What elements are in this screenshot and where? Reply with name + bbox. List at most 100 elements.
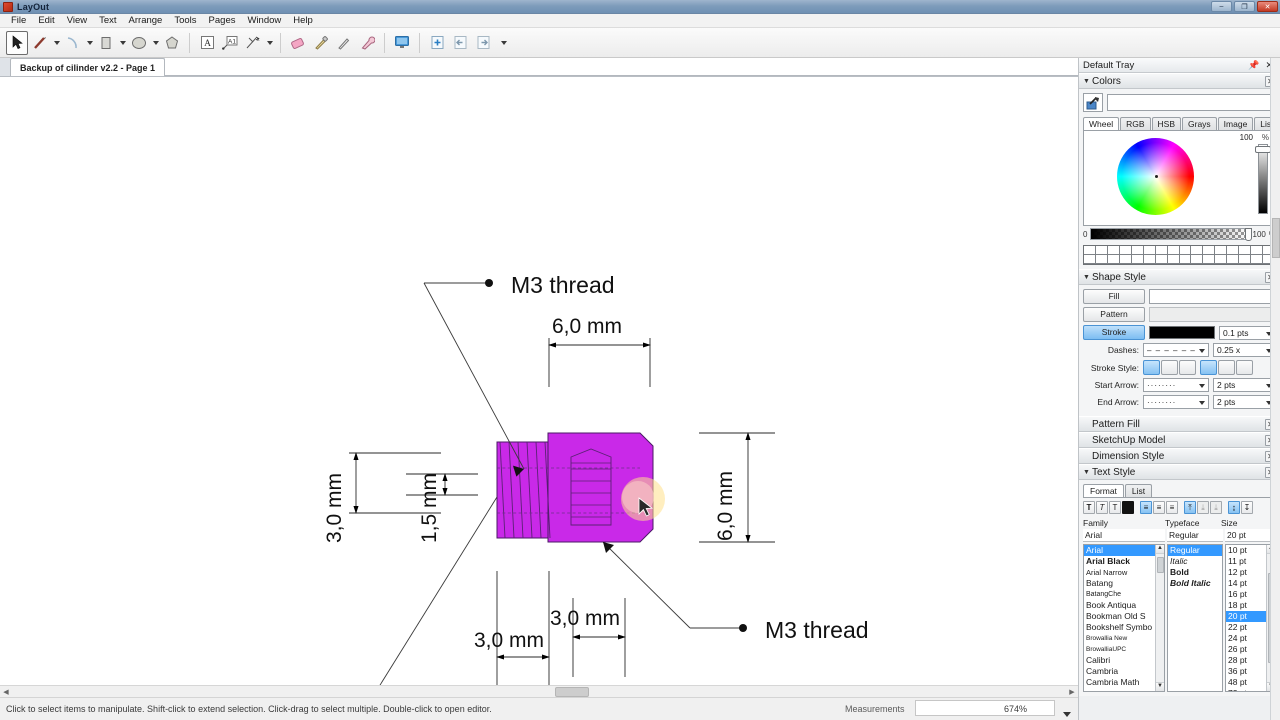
scroll-right-arrow[interactable]: ▶ xyxy=(1066,688,1078,696)
scroll-thumb[interactable] xyxy=(1157,557,1164,573)
swatch[interactable] xyxy=(1239,255,1252,264)
join-tool[interactable] xyxy=(356,31,378,55)
panel-header-sketchup-model[interactable]: SketchUp Model ✕ xyxy=(1079,432,1280,448)
swatch[interactable] xyxy=(1155,255,1168,264)
list-item[interactable]: Bookshelf Symbo xyxy=(1084,622,1164,633)
swatch[interactable] xyxy=(1167,255,1180,264)
swatch[interactable] xyxy=(1227,255,1240,264)
swatch[interactable] xyxy=(1107,246,1120,255)
pin-icon[interactable]: 📌 xyxy=(1245,60,1262,71)
measurements-input[interactable] xyxy=(915,700,1055,716)
list-item[interactable]: Arial Black xyxy=(1084,556,1164,567)
dashes-select[interactable]: – – – – – – xyxy=(1143,343,1209,357)
list-item[interactable]: Italic xyxy=(1168,556,1222,567)
menu-edit[interactable]: Edit xyxy=(32,14,60,27)
zoom-dropdown-caret[interactable] xyxy=(1063,708,1071,720)
panel-header-colors[interactable]: Colors ✕ xyxy=(1079,73,1280,89)
list-item[interactable]: Calibri xyxy=(1084,655,1164,666)
label-tool[interactable]: A1 xyxy=(219,31,241,55)
end-arrow-size-select[interactable]: 2 pts xyxy=(1213,395,1276,409)
style-eyedropper-tool[interactable] xyxy=(310,31,332,55)
align-center-button[interactable]: ≡ xyxy=(1153,501,1165,514)
swatch[interactable] xyxy=(1119,246,1132,255)
drawing-canvas[interactable]: M3 thread 6,0 mm 6,0 mm 3,0 mm 1,5 mm M3… xyxy=(0,77,1078,685)
list-item[interactable]: Arial xyxy=(1084,545,1164,556)
stroke-color-swatch[interactable] xyxy=(1149,326,1215,339)
polygon-tool[interactable] xyxy=(161,31,183,55)
align-middle-button[interactable]: ⤓ xyxy=(1197,501,1209,514)
list-item[interactable]: Batang xyxy=(1084,578,1164,589)
brightness-slider-knob[interactable] xyxy=(1255,146,1271,153)
color-swatch-button[interactable] xyxy=(1122,501,1134,514)
cap-flat-button[interactable] xyxy=(1143,360,1160,375)
zoom-level[interactable]: 674% xyxy=(1004,704,1027,714)
swatch[interactable] xyxy=(1131,246,1144,255)
panel-header-dimension-style[interactable]: Dimension Style ✕ xyxy=(1079,448,1280,464)
menu-window[interactable]: Window xyxy=(241,14,287,27)
end-arrow-select[interactable]: ········ xyxy=(1143,395,1209,409)
list-item[interactable]: Browallia New xyxy=(1084,633,1164,644)
chevron-down-icon[interactable] xyxy=(1083,274,1092,281)
previous-page-button[interactable] xyxy=(449,31,471,55)
family-list-scrollbar[interactable]: ▲ ▼ xyxy=(1155,545,1164,691)
swatch[interactable] xyxy=(1131,255,1144,264)
italic-button[interactable]: T xyxy=(1096,501,1108,514)
text-tool[interactable]: A xyxy=(196,31,218,55)
start-arrow-select[interactable]: ········ xyxy=(1143,378,1209,392)
join-bevel-button[interactable] xyxy=(1236,360,1253,375)
horizontal-scroll-track[interactable] xyxy=(12,686,1066,697)
swatch[interactable] xyxy=(1179,246,1192,255)
dimension-tool-dropdown-caret[interactable] xyxy=(265,31,274,55)
scroll-down-arrow[interactable]: ▼ xyxy=(1156,682,1164,691)
swatch[interactable] xyxy=(1167,246,1180,255)
maximize-button[interactable]: ❐ xyxy=(1234,1,1255,12)
typeface-listbox[interactable]: Regular Italic Bold Bold Italic xyxy=(1167,544,1223,692)
add-page-button[interactable] xyxy=(426,31,448,55)
eraser-tool[interactable] xyxy=(287,31,309,55)
dash-scale-select[interactable]: 0.25 x xyxy=(1213,343,1276,357)
swatch[interactable] xyxy=(1179,255,1192,264)
swatch[interactable] xyxy=(1251,246,1264,255)
stroke-weight-select[interactable]: 0.1 pts xyxy=(1219,325,1276,340)
text-horizontal-button[interactable]: ↨ xyxy=(1228,501,1240,514)
scroll-left-arrow[interactable]: ◀ xyxy=(0,688,12,696)
split-tool[interactable] xyxy=(333,31,355,55)
menu-file[interactable]: File xyxy=(5,14,32,27)
close-button[interactable]: ✕ xyxy=(1257,1,1278,12)
eyedropper-icon[interactable] xyxy=(1083,93,1103,112)
swatch[interactable] xyxy=(1251,255,1264,264)
swatch[interactable] xyxy=(1095,246,1108,255)
family-value-input[interactable]: Arial xyxy=(1083,529,1165,542)
line-tool-dropdown-caret[interactable] xyxy=(52,31,61,55)
menu-arrange[interactable]: Arrange xyxy=(123,14,169,27)
tray-scrollbar[interactable] xyxy=(1270,58,1280,720)
cap-square-button[interactable] xyxy=(1179,360,1196,375)
tray-scroll-thumb[interactable] xyxy=(1272,218,1280,258)
minimize-button[interactable]: – xyxy=(1211,1,1232,12)
color-tab-image[interactable]: Image xyxy=(1217,117,1254,130)
size-listbox[interactable]: 10 pt 11 pt 12 pt 14 pt 16 pt 18 pt 20 p… xyxy=(1225,544,1276,692)
text-tab-format[interactable]: Format xyxy=(1083,484,1124,497)
swatch[interactable] xyxy=(1155,246,1168,255)
color-tab-hsb[interactable]: HSB xyxy=(1151,117,1181,130)
text-tab-list[interactable]: List xyxy=(1124,484,1153,497)
align-left-button[interactable]: ≡ xyxy=(1140,501,1152,514)
stroke-toggle-button[interactable]: Stroke xyxy=(1083,325,1145,340)
menu-pages[interactable]: Pages xyxy=(203,14,242,27)
list-item[interactable]: Bold xyxy=(1168,567,1222,578)
swatch[interactable] xyxy=(1203,255,1216,264)
color-swatches[interactable] xyxy=(1083,245,1276,265)
text-vertical-button[interactable]: ↧ xyxy=(1241,501,1253,514)
swatch[interactable] xyxy=(1215,255,1228,264)
dimension-tool[interactable]: x xyxy=(242,31,264,55)
fill-color-field[interactable] xyxy=(1149,289,1276,304)
arc-tool[interactable] xyxy=(62,31,84,55)
scroll-up-arrow[interactable]: ▲ xyxy=(1156,545,1164,554)
menu-view[interactable]: View xyxy=(61,14,93,27)
join-miter-button[interactable] xyxy=(1200,360,1217,375)
color-wheel-area[interactable]: 100 % xyxy=(1083,131,1276,226)
list-item[interactable]: Cambria xyxy=(1084,666,1164,677)
color-tab-rgb[interactable]: RGB xyxy=(1120,117,1151,130)
line-tool[interactable] xyxy=(29,31,51,55)
rectangle-tool-dropdown-caret[interactable] xyxy=(118,31,127,55)
